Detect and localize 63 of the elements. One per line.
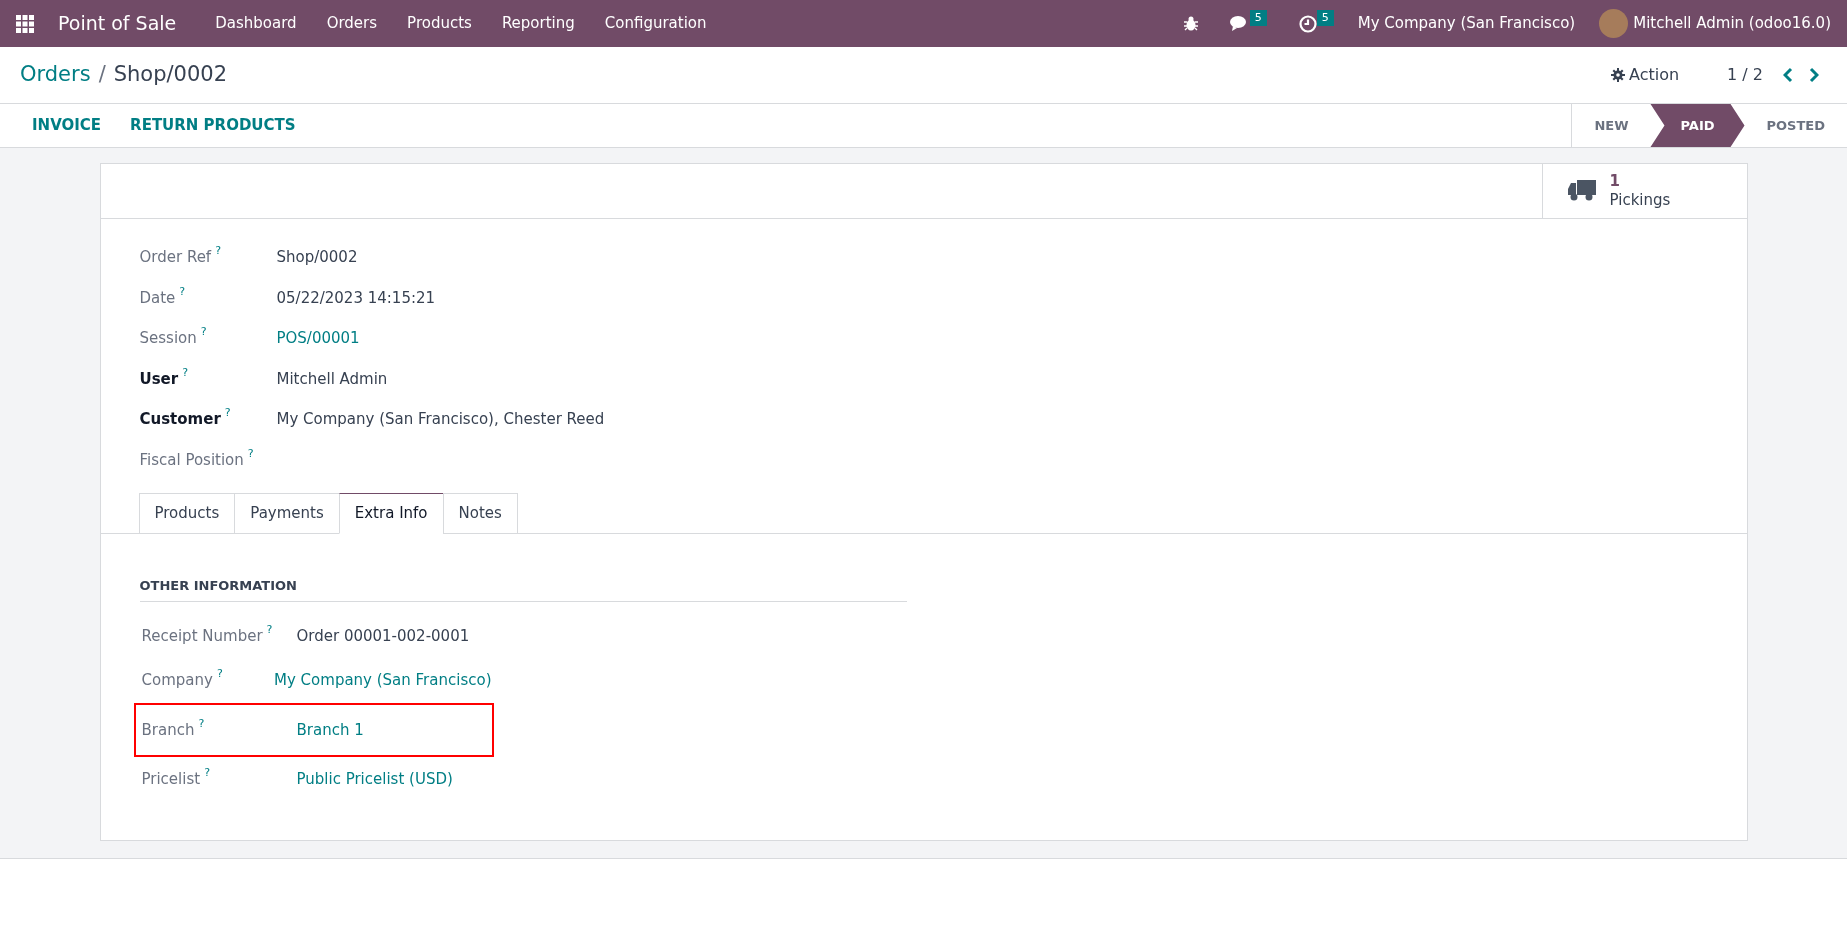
pager-value: 1 / 2 [1727,64,1763,86]
header-button[interactable]: INVOICE [32,114,102,137]
field-label: User [139,368,179,390]
bug-icon[interactable] [1183,16,1198,31]
field-link[interactable]: Public Pricelist (USD) [296,768,453,791]
help-mark[interactable]: ? [182,365,189,379]
field-value: 05/22/2023 14:15:21 [276,287,436,309]
field-value: Mitchell Admin [276,368,388,390]
menu-item[interactable]: Configuration [589,12,722,35]
truck-icon [1567,180,1596,202]
help-mark[interactable]: ? [224,406,231,419]
help-mark[interactable]: ? [179,284,186,298]
tab[interactable]: Products [138,493,236,534]
breadcrumb-separator: / [98,61,106,89]
help-mark[interactable]: ? [200,325,207,338]
help-mark[interactable]: ? [216,667,223,680]
field-label: Date [139,287,176,309]
menu-item[interactable]: Orders [311,12,393,35]
status-stage[interactable]: PAID [1650,104,1745,147]
breadcrumb-current: Shop/0002 [113,61,228,89]
app-name[interactable]: Point of Sale [58,9,177,38]
previous-icon[interactable] [1783,67,1793,83]
field-label: Order Ref [139,247,212,268]
field-link[interactable]: My Company (San Francisco) [274,669,492,692]
action-menu-button[interactable]: Action [1610,63,1680,87]
field-label: Pricelist [141,769,201,790]
section-title: OTHER INFORMATION [139,578,297,593]
field-value: My Company (San Francisco), Chester Reed [276,409,605,430]
field-value: Shop/0002 [276,247,358,268]
status-stage[interactable]: POSTED [1744,104,1847,147]
clock-icon[interactable] [1298,14,1317,33]
company-switcher[interactable]: My Company (San Francisco) [1357,12,1576,35]
menu-item[interactable]: Products [392,12,487,35]
field-label: Company [141,670,213,691]
message-count-badge: 5 [1249,9,1267,26]
tab[interactable]: Notes [442,493,518,534]
activity-count-badge: 5 [1316,9,1334,26]
menu-item[interactable]: Dashboard [200,12,312,35]
help-mark[interactable]: ? [198,716,205,730]
menu-item[interactable]: Reporting [486,12,590,35]
field-label: Fiscal Position [139,449,244,471]
field-label: Customer [139,409,221,430]
field-link[interactable]: POS/00001 [276,327,360,350]
pickings-stat-button[interactable]: 1 Pickings [1541,164,1747,218]
tab[interactable]: Extra Info [338,493,444,534]
field-value: Order 00001-002-0001 [296,625,470,647]
field-label: Receipt Number [141,625,263,647]
field-label: Session [139,328,197,349]
stat-label: Pickings [1609,191,1671,210]
apps-grid-icon[interactable] [16,14,34,33]
field-link[interactable]: Branch 1 [296,718,364,741]
stat-value: 1 [1609,172,1620,191]
user-menu[interactable]: Mitchell Admin (odoo16.0) [1633,12,1831,35]
settings-icon [1610,68,1625,82]
status-stage[interactable]: NEW [1572,104,1651,147]
next-icon[interactable] [1809,67,1819,83]
breadcrumb-link[interactable]: Orders [20,59,91,91]
header-button[interactable]: RETURN PRODUCTS [130,114,296,137]
help-mark[interactable]: ? [266,622,273,636]
help-mark[interactable]: ? [204,766,210,779]
field-label: Branch [141,719,195,741]
help-mark[interactable]: ? [247,446,254,460]
help-mark[interactable]: ? [215,244,221,257]
